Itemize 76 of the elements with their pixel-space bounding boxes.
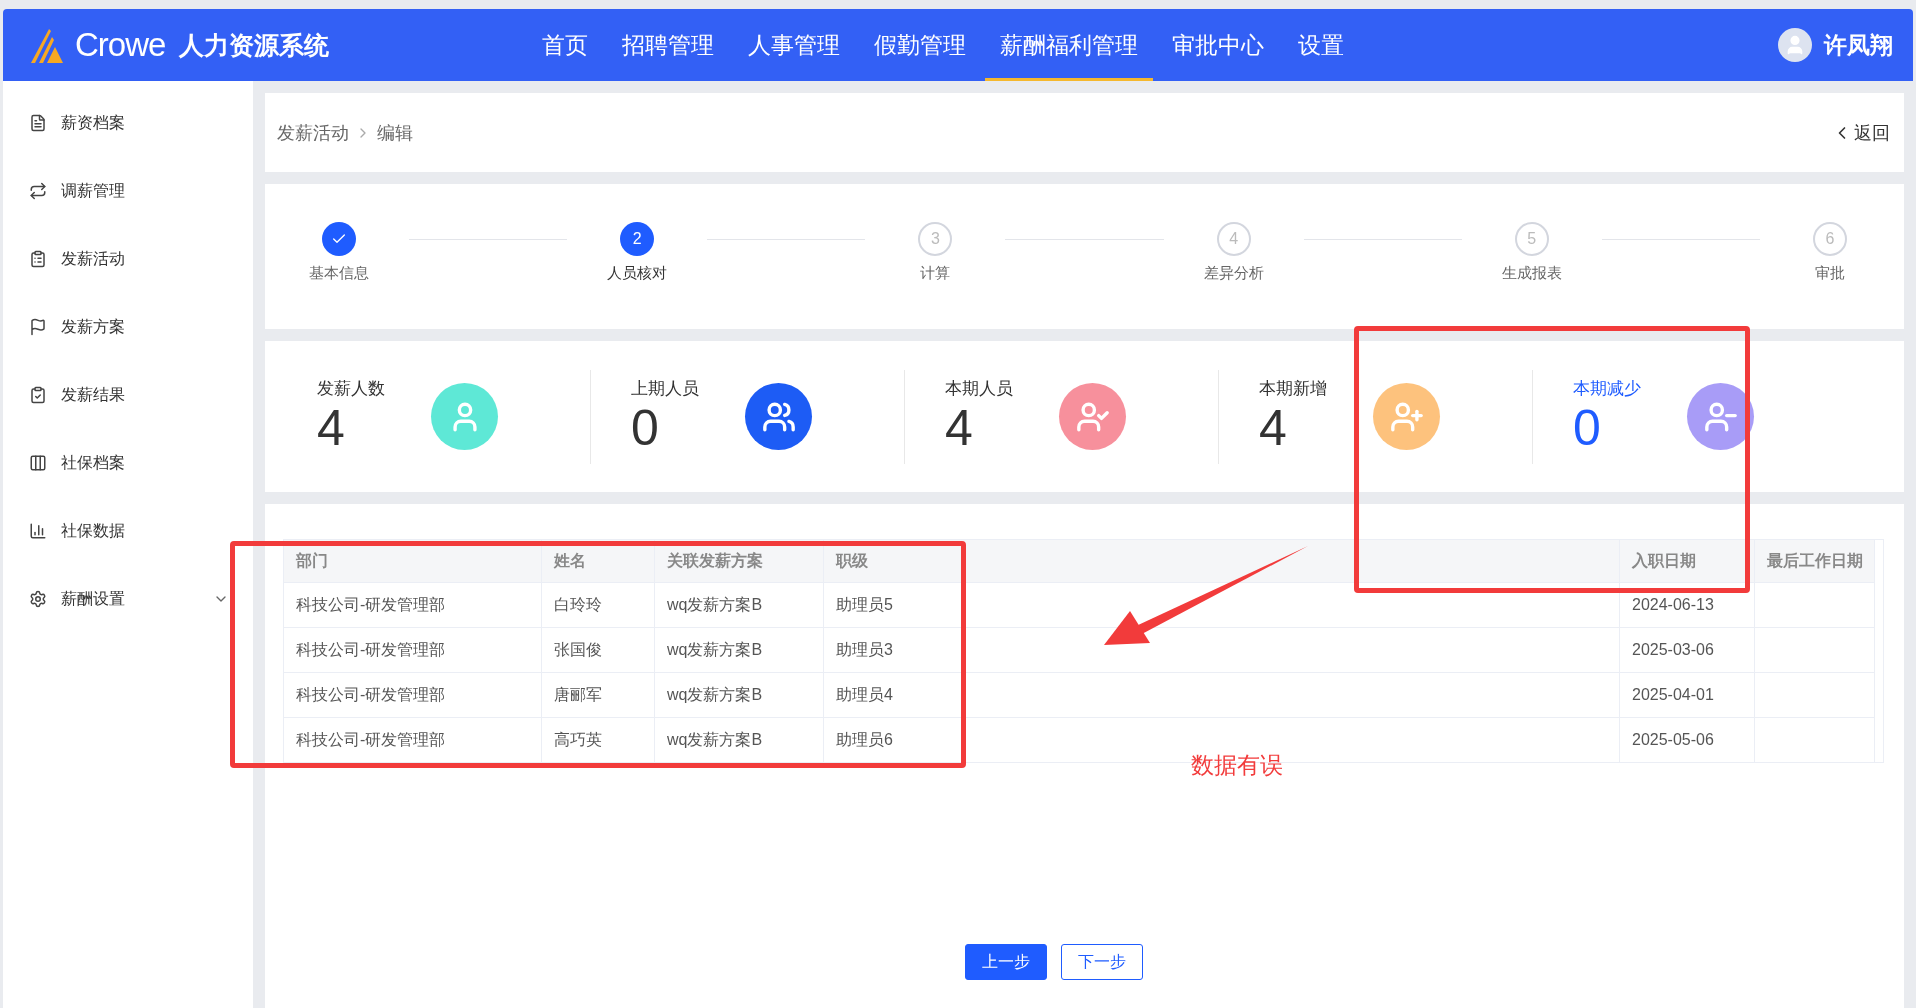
table-cell: 唐郦军 [542,672,655,717]
back-link[interactable]: 返回 [1832,120,1890,145]
settings-icon [29,590,47,608]
column-header: 最后工作日期 [1755,540,1875,582]
column-header: 职级 [824,540,1620,582]
sidebar-item[interactable]: 发薪方案 [3,293,253,361]
stat-value: 4 [317,400,346,456]
bar-chart-icon [29,522,47,540]
stat-label: 本期减少 [1573,378,1642,400]
clipboard-check-icon [29,386,47,404]
table-cell: 2024-06-13 [1620,582,1755,627]
step-label: 审批 [1815,264,1845,283]
stat-label: 本期人员 [945,378,1014,400]
nav-tab[interactable]: 薪酬福利管理 [985,9,1153,81]
step-label: 基本信息 [309,264,369,283]
table-cell: 科技公司-研发管理部 [284,582,542,627]
table-cell: 助理员4 [824,672,1620,717]
step-label: 差异分析 [1203,264,1264,283]
table-cell: 科技公司-研发管理部 [284,672,542,717]
nav-tab[interactable]: 人事管理 [733,9,855,81]
column-header: 关联发薪方案 [655,540,824,582]
step-label: 生成报表 [1501,264,1562,283]
sidebar-item[interactable]: 薪酬设置 [3,565,253,633]
table-cell: 科技公司-研发管理部 [284,627,542,672]
table-cell: 2025-03-06 [1620,627,1755,672]
stat-value: 4 [945,400,974,456]
table-cell: wq发薪方案B [655,627,824,672]
table-cell: wq发薪方案B [655,717,824,762]
step-circle: 6 [1813,222,1847,256]
step-circle: 2 [620,222,655,256]
sidebar-item[interactable]: 社保数据 [3,497,253,565]
stat-value: 0 [1573,400,1602,456]
table-cell: 高巧英 [542,717,655,762]
stat-label: 本期新增 [1259,378,1328,400]
breadcrumb-item: 编辑 [377,121,413,145]
clipboard-icon [29,250,47,268]
table-cell: wq发薪方案B [655,672,824,717]
nav-tab[interactable]: 审批中心 [1157,9,1279,81]
flag-icon [29,318,47,336]
table-cell: 科技公司-研发管理部 [284,717,542,762]
step-circle: 3 [918,222,953,256]
step-label: 人员核对 [607,264,668,283]
exchange-icon [29,182,47,200]
nav-tab[interactable]: 假勤管理 [859,9,981,81]
sidebar-item[interactable]: 发薪活动 [3,225,253,293]
sidebar-item[interactable]: 薪资档案 [3,89,253,157]
table-cell: wq发薪方案B [655,582,824,627]
step-label: 计算 [920,264,951,283]
step-circle: 4 [1216,222,1251,256]
stat-label: 上期人员 [631,378,700,400]
table-cell: 张国俊 [542,627,655,672]
nav-tab[interactable]: 设置 [1283,9,1359,81]
column-header: 入职日期 [1620,540,1755,582]
sidebar-item[interactable]: 社保档案 [3,429,253,497]
sidebar-item[interactable]: 调薪管理 [3,157,253,225]
step-circle: 5 [1514,222,1549,256]
previous-button[interactable]: 上一步 [964,944,1047,980]
nav-tab[interactable]: 招聘管理 [607,9,729,81]
table-cell: 2025-04-01 [1620,672,1755,717]
breadcrumb-item[interactable]: 发薪活动 [277,120,349,145]
stat-label: 发薪人数 [317,378,386,400]
column-header: 姓名 [542,540,655,582]
user-name[interactable]: 许凤翔 [1824,29,1893,61]
document-icon [29,114,47,132]
table-cell: 白玲玲 [542,582,655,627]
stat-value: 4 [1259,400,1288,456]
column-header: 部门 [284,540,542,582]
table-cell: 2025-05-06 [1620,717,1755,762]
next-button[interactable]: 下一步 [1060,944,1143,980]
system-name: 人力资源系统 [179,29,330,61]
avatar-icon[interactable] [1778,28,1812,62]
logo-text: Crowe [75,26,166,64]
nav-tab[interactable]: 首页 [527,9,603,81]
sidebar-item[interactable]: 发薪结果 [3,361,253,429]
stat-value: 0 [631,400,660,456]
grid-icon [29,454,47,472]
